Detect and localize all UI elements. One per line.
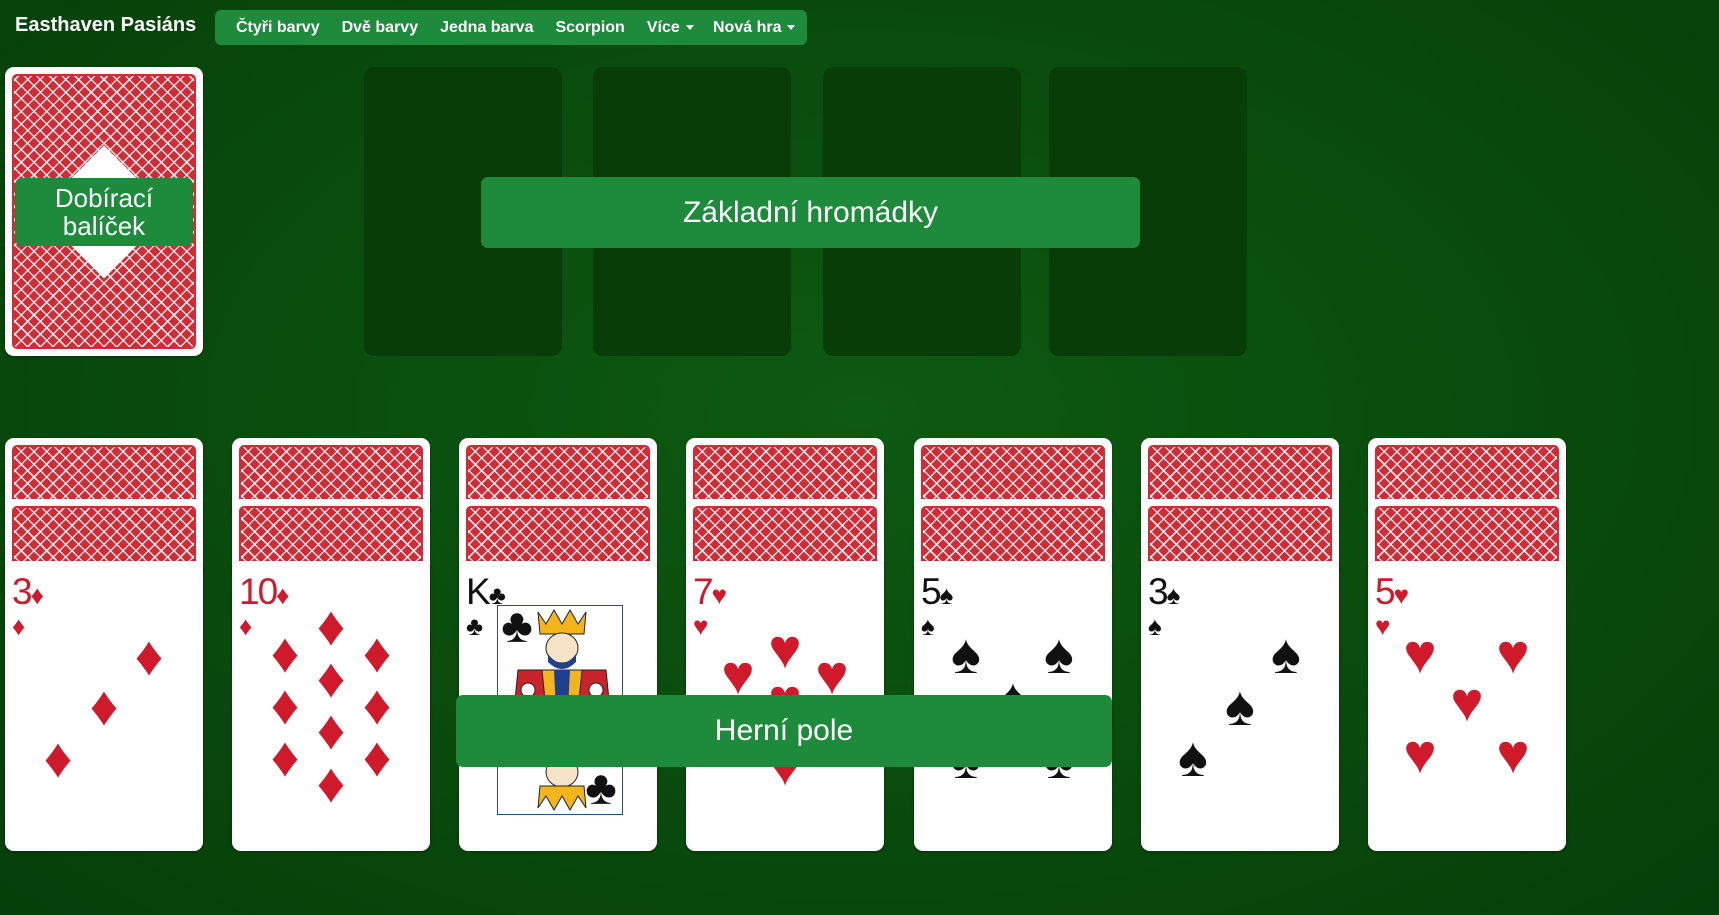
- playing-card-10-diamonds[interactable]: 10♦ ♦ ♦ ♦ ♦ ♦ ♦ ♦ ♦ ♦ ♦ ♦: [232, 561, 430, 851]
- card-rank: 7♥: [693, 571, 728, 612]
- tableau-label: Herní pole: [456, 695, 1112, 767]
- stock-label-text: Dobírací balíček: [54, 183, 154, 241]
- new-game-button[interactable]: Nová hra: [711, 19, 797, 37]
- spade-icon: ♠: [1044, 622, 1074, 685]
- heart-icon: ♥: [1375, 611, 1391, 641]
- new-game-label: Nová hra: [713, 18, 782, 36]
- card-rank: 3♦: [12, 571, 44, 612]
- diamond-icon: ♦: [239, 611, 253, 641]
- brand-title[interactable]: Easthaven Pasiáns: [15, 14, 196, 37]
- diamond-icon: ♦: [43, 726, 73, 789]
- foundations-label: Základní hromádky: [481, 177, 1140, 248]
- card-rank: 5♥: [1375, 571, 1410, 612]
- diamond-icon: ♦: [89, 674, 119, 737]
- playing-card-5-hearts[interactable]: 5♥ ♥ ♥ ♥ ♥ ♥ ♥: [1368, 561, 1566, 851]
- spade-icon: ♠: [951, 622, 981, 685]
- spade-icon: ♠: [1271, 622, 1301, 685]
- diamond-icon: ♦: [134, 624, 164, 687]
- caret-down-icon: [787, 24, 796, 30]
- nav-item-four-suits[interactable]: Čtyři barvy: [225, 19, 331, 37]
- club-icon: ♣: [585, 762, 617, 815]
- card-rank: 3♠: [1148, 571, 1181, 612]
- heart-icon: ♥: [693, 611, 709, 641]
- diamond-icon: ♦: [270, 725, 300, 788]
- caret-down-icon: [685, 24, 694, 30]
- nav-item-one-suit[interactable]: Jedna barva: [429, 19, 544, 37]
- new-game-dropdown[interactable]: Nová hra: [701, 10, 808, 45]
- diamond-icon: ♦: [316, 698, 346, 761]
- club-icon: ♣: [501, 600, 533, 653]
- stock-label: Dobírací balíček: [15, 178, 193, 246]
- spade-icon: ♠: [1225, 674, 1255, 737]
- card-rank: 10♦: [239, 571, 290, 612]
- diamond-icon: ♦: [316, 751, 346, 814]
- heart-icon: ♥: [1403, 722, 1437, 785]
- spade-icon: ♠: [1148, 611, 1162, 641]
- spade-icon: ♠: [1178, 725, 1208, 788]
- spade-icon: ♠: [921, 611, 935, 641]
- club-icon: ♣: [466, 611, 484, 641]
- diamond-icon: ♦: [362, 725, 392, 788]
- nav-item-more-dropdown[interactable]: Více: [636, 19, 705, 37]
- heart-icon: ♥: [1450, 670, 1484, 733]
- nav-item-two-suits[interactable]: Dvě barvy: [331, 19, 430, 37]
- nav-item-scorpion[interactable]: Scorpion: [544, 19, 635, 37]
- diamond-icon: ♦: [12, 611, 26, 641]
- heart-icon: ♥: [1403, 622, 1437, 685]
- variant-menu: Čtyři barvy Dvě barvy Jedna barva Scorpi…: [215, 10, 715, 45]
- navbar: Easthaven Pasiáns Čtyři barvy Dvě barvy …: [0, 0, 1719, 54]
- nav-item-more-label: Více: [646, 18, 680, 36]
- card-rank: 5♠: [921, 571, 954, 612]
- playing-card-3-diamonds[interactable]: 3♦ ♦ ♦ ♦ ♦: [5, 561, 203, 851]
- heart-icon: ♥: [1496, 722, 1530, 785]
- playing-card-3-spades[interactable]: 3♠ ♠ ♠ ♠ ♠: [1141, 561, 1339, 851]
- heart-icon: ♥: [1496, 622, 1530, 685]
